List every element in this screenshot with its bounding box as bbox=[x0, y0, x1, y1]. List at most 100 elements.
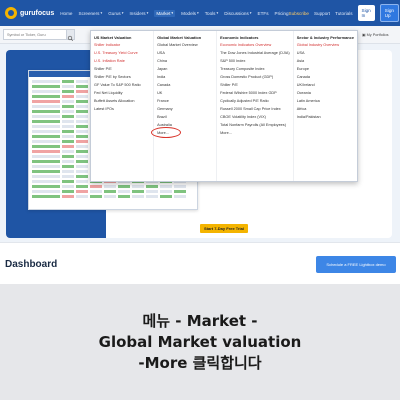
menu-item[interactable]: U.S. Inflation Rate bbox=[94, 59, 150, 63]
briefcase-icon: ▣ bbox=[362, 33, 366, 37]
support-link[interactable]: Support bbox=[314, 11, 330, 16]
menu-item[interactable]: Shiller P/E by Sectors bbox=[94, 75, 150, 79]
main-nav: Home Screeners ▾ Gurus ▾ Insiders ▾ Market ▾… bbox=[60, 9, 289, 17]
sign-in-button[interactable]: Sign In bbox=[357, 5, 375, 21]
screenshot-table-cell bbox=[62, 165, 74, 168]
menu-item[interactable]: Latin America bbox=[297, 99, 354, 103]
screenshot-table-cell bbox=[32, 130, 60, 133]
screenshot-table-cell bbox=[76, 135, 88, 138]
menu-item[interactable]: USA bbox=[157, 51, 213, 55]
menu-item[interactable]: Economic Indicators Overview bbox=[220, 43, 290, 47]
screenshot-table-cell bbox=[62, 125, 74, 128]
screenshot-table-cell bbox=[146, 190, 158, 193]
menu-item[interactable]: Federal Wilshire 5000 Index GDP bbox=[220, 91, 290, 95]
screenshot-table-cell bbox=[76, 195, 88, 198]
menu-item[interactable]: UK/Ireland bbox=[297, 83, 354, 87]
menu-item[interactable]: Shiller Indicator bbox=[94, 43, 150, 47]
menu-item[interactable]: Cyclically Adjusted P/E Ratio bbox=[220, 99, 290, 103]
menu-item[interactable]: Africa bbox=[297, 107, 354, 111]
menu-item[interactable]: Gross Domestic Product (GDP) bbox=[220, 75, 290, 79]
screenshot-table-cell bbox=[32, 125, 60, 128]
menu-item[interactable]: Japan bbox=[157, 67, 213, 71]
menu-item[interactable]: CBOE Volatility Index (VIX) bbox=[220, 115, 290, 119]
menu-item[interactable]: France bbox=[157, 99, 213, 103]
screenshot-table-cell bbox=[32, 165, 60, 168]
menu-item[interactable]: Canada bbox=[157, 83, 213, 87]
screenshot-table-cell bbox=[76, 150, 88, 153]
nav-insiders[interactable]: Insiders ▾ bbox=[129, 10, 148, 17]
screenshot-table-cell bbox=[132, 185, 144, 188]
menu-item-more-global[interactable]: More... bbox=[151, 127, 213, 138]
nav-home[interactable]: Home bbox=[60, 10, 72, 17]
more-link-wrapper[interactable]: More... bbox=[151, 127, 182, 138]
menu-item[interactable]: China bbox=[157, 59, 213, 63]
tutorials-link[interactable]: Tutorials bbox=[335, 11, 352, 16]
screenshot-table-cell bbox=[32, 120, 60, 123]
instruction-caption: 메뉴 - Market - Global Market valuation -M… bbox=[0, 284, 400, 400]
menu-item[interactable]: U.S. Treasury Yield Curve bbox=[94, 51, 150, 55]
chevron-down-icon: ▾ bbox=[216, 11, 219, 15]
sign-up-button[interactable]: Sign Up bbox=[379, 4, 399, 22]
nav-pricing[interactable]: Pricing bbox=[275, 10, 289, 17]
menu-item[interactable]: GF Value To S&P 500 Ratio bbox=[94, 83, 150, 87]
nav-screeners[interactable]: Screeners ▾ bbox=[79, 10, 103, 17]
screenshot-table-cell bbox=[32, 170, 60, 173]
gurufocus-logo-icon[interactable] bbox=[4, 2, 18, 24]
menu-column-economic-indicators: Economic Indicators Economic Indicators … bbox=[217, 31, 294, 181]
menu-item[interactable]: Russell 2000 Small Cap Price Index bbox=[220, 107, 290, 111]
menu-item[interactable]: Global Market Overview bbox=[157, 43, 213, 47]
nav-tools[interactable]: Tools ▾ bbox=[205, 10, 219, 17]
nav-discussions[interactable]: Discussions ▾ bbox=[224, 10, 251, 17]
nav-models[interactable]: Models ▾ bbox=[181, 10, 199, 17]
screenshot-table-cell bbox=[90, 185, 102, 188]
screenshot-table-cell bbox=[76, 120, 88, 123]
menu-item[interactable]: Total Nonfarm Payrolls (All Employees) bbox=[220, 123, 290, 127]
menu-item[interactable]: Canada bbox=[297, 75, 354, 79]
screenshot-table-cell bbox=[32, 80, 60, 83]
menu-item[interactable]: UK bbox=[157, 91, 213, 95]
menu-item[interactable]: India/Pakistan bbox=[297, 115, 354, 119]
nav-market[interactable]: Market ▾ bbox=[154, 9, 176, 17]
menu-item[interactable]: The Dow Jones Industrial Average (DJIA) bbox=[220, 51, 290, 55]
screenshot-table-row bbox=[32, 190, 194, 193]
menu-item[interactable]: Buffett Assets Allocation bbox=[94, 99, 150, 103]
menu-item[interactable]: Germany bbox=[157, 107, 213, 111]
menu-item[interactable]: More... bbox=[220, 131, 290, 135]
menu-item[interactable]: Europe bbox=[297, 67, 354, 71]
chevron-down-icon: ▾ bbox=[249, 11, 252, 15]
nav-etfs[interactable]: ETFs bbox=[258, 10, 269, 17]
menu-item[interactable]: Shiller P/E bbox=[94, 67, 150, 71]
menu-item[interactable]: Shiller P/E bbox=[220, 83, 290, 87]
menu-item[interactable]: India bbox=[157, 75, 213, 79]
screenshot-table-cell bbox=[104, 190, 116, 193]
search-input[interactable] bbox=[3, 29, 67, 40]
screenshot-table-cell bbox=[118, 190, 130, 193]
screenshot-table-cell bbox=[62, 150, 74, 153]
menu-item[interactable]: USA bbox=[297, 51, 354, 55]
menu-column-global-market-valuation: Global Market Valuation Global Market Ov… bbox=[151, 31, 218, 181]
brand-name[interactable]: gurufocus bbox=[20, 10, 54, 17]
screenshot-table-cell bbox=[76, 80, 88, 83]
menu-item[interactable]: Global Industry Overview bbox=[297, 43, 354, 47]
menu-item[interactable]: Fed Net Liquidity bbox=[94, 91, 150, 95]
free-trial-button[interactable]: Start 7-Day Free Trial bbox=[200, 224, 248, 233]
menu-item[interactable]: Latest IPOs bbox=[94, 107, 150, 111]
menu-item[interactable]: Brazil bbox=[157, 115, 213, 119]
screenshot-table-cell bbox=[76, 190, 88, 193]
search-icon bbox=[67, 35, 74, 42]
nav-gurus[interactable]: Gurus ▾ bbox=[108, 10, 123, 17]
search-button[interactable] bbox=[66, 29, 75, 42]
schedule-demo-button[interactable]: Schedule a FREE Lightbox demo bbox=[316, 256, 396, 273]
menu-item[interactable]: Asia bbox=[297, 59, 354, 63]
menu-item[interactable]: S&P 500 Index bbox=[220, 59, 290, 63]
menu-column-us-market-valuation: US Market Valuation Shiller Indicator U.… bbox=[91, 31, 155, 181]
menu-item[interactable]: Oceania bbox=[297, 91, 354, 95]
subscribe-link[interactable]: Subscribe bbox=[289, 11, 309, 16]
my-portfolios-button[interactable]: ▣ My Portfolios bbox=[362, 32, 389, 38]
screenshot-table-cell bbox=[174, 190, 186, 193]
screenshot-table-cell bbox=[62, 110, 74, 113]
screenshot-table-cell bbox=[90, 190, 102, 193]
screenshot-table-cell bbox=[62, 155, 74, 158]
screenshot-table-cell bbox=[118, 195, 130, 198]
menu-item[interactable]: Treasury Composite Index bbox=[220, 67, 290, 71]
